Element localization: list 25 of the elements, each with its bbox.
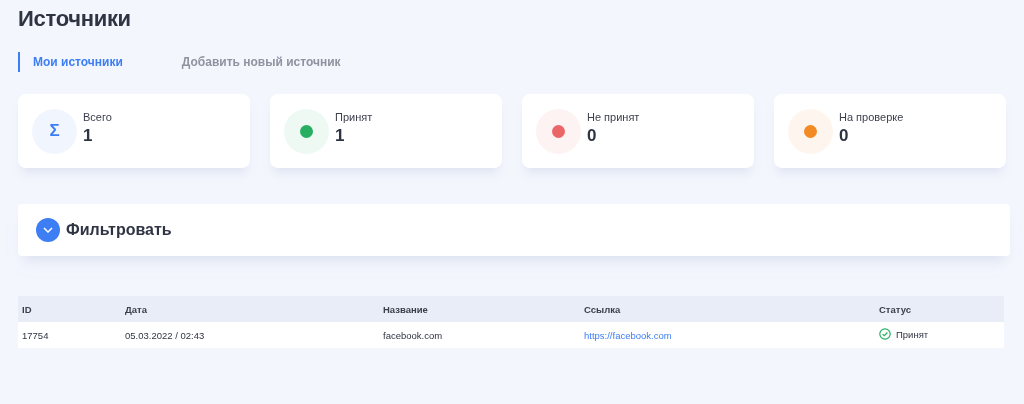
stat-label: Не принят [587, 110, 640, 123]
tab[interactable]: Добавить новый источник [166, 52, 341, 72]
stat-value: 1 [83, 125, 94, 146]
stat-value: 0 [839, 125, 850, 146]
column-header: Дата [121, 296, 379, 322]
expand-button[interactable] [36, 218, 60, 242]
page-title: Источники [18, 6, 131, 32]
stat-label: Принят [335, 110, 373, 123]
table-cell: 17754 [18, 322, 121, 348]
chevron-down-icon [43, 227, 53, 233]
source-link[interactable]: https://facebook.com [584, 329, 672, 341]
column-header: Название [379, 296, 580, 322]
status-text: Принят [896, 328, 929, 340]
column-header: Статус [875, 296, 1004, 322]
stat-label: Всего [83, 110, 112, 123]
stat-value: 0 [587, 125, 598, 146]
column-header: Ссылка [580, 296, 875, 322]
stat-label: На проверке [839, 110, 904, 123]
filter-label: Фильтровать [66, 221, 172, 239]
table-cell: 05.03.2022 / 02:43 [121, 322, 379, 348]
column-header: ID [18, 296, 121, 322]
table-cell: facebook.com [379, 322, 580, 348]
sigma-icon: Σ [49, 121, 60, 141]
stat-value: 1 [335, 125, 346, 146]
tab[interactable]: Мои источники [18, 52, 123, 72]
